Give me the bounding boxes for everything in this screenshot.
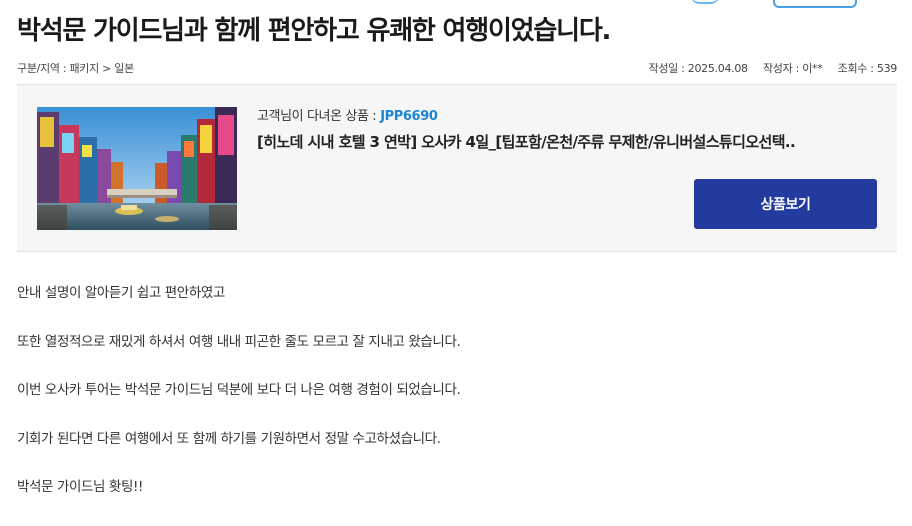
product-label: 고객님이 다녀온 상품 : JPP6690: [257, 105, 438, 124]
product-name[interactable]: [히노데 시내 호텔 3 연박] 오사카 4일_[팁포함/온천/주류 무제한/유…: [257, 131, 847, 152]
body-paragraph: 박석문 가이드님 홧팅!!: [17, 479, 143, 495]
header-decoration: [690, 0, 720, 4]
header-button-edge[interactable]: [773, 0, 857, 8]
body-paragraph: 안내 설명이 알아듣기 쉽고 편안하였고: [17, 285, 225, 301]
body-paragraph: 또한 열정적으로 재밌게 하셔서 여행 내내 피곤한 줄도 모르고 잘 지내고 …: [17, 333, 461, 350]
product-thumbnail[interactable]: [37, 107, 237, 230]
body-paragraph: 기회가 된다면 다른 여행에서 또 함께 하기를 기원하면서 정말 수고하셨습니…: [17, 430, 441, 447]
post-category: 구분/지역 : 패키지 > 일본: [17, 62, 134, 75]
product-code[interactable]: JPP6690: [380, 109, 438, 124]
view-product-button[interactable]: 상품보기: [694, 179, 877, 229]
post-views: 조회수 : 539: [837, 62, 898, 75]
post-author: 작성자 : 이**: [762, 62, 823, 75]
body-paragraph: 이번 오사카 투어는 박석문 가이드님 덕분에 보다 더 나은 여행 경험이 되…: [17, 382, 461, 398]
product-card: 고객님이 다녀온 상품 : JPP6690 [히노데 시내 호텔 3 연박] 오사…: [17, 84, 897, 252]
product-label-text: 고객님이 다녀온 상품 :: [257, 109, 377, 124]
post-body: 안내 설명이 알아듣기 쉽고 편안하였고 또한 열정적으로 재밌게 하셔서 여행…: [17, 283, 887, 526]
post-meta: 작성일 : 2025.04.08 작성자 : 이** 조회수 : 539: [637, 60, 898, 76]
post-date: 작성일 : 2025.04.08: [648, 62, 749, 75]
post-title: 박석문 가이드님과 함께 편안하고 유쾌한 여행이었습니다.: [17, 16, 611, 46]
